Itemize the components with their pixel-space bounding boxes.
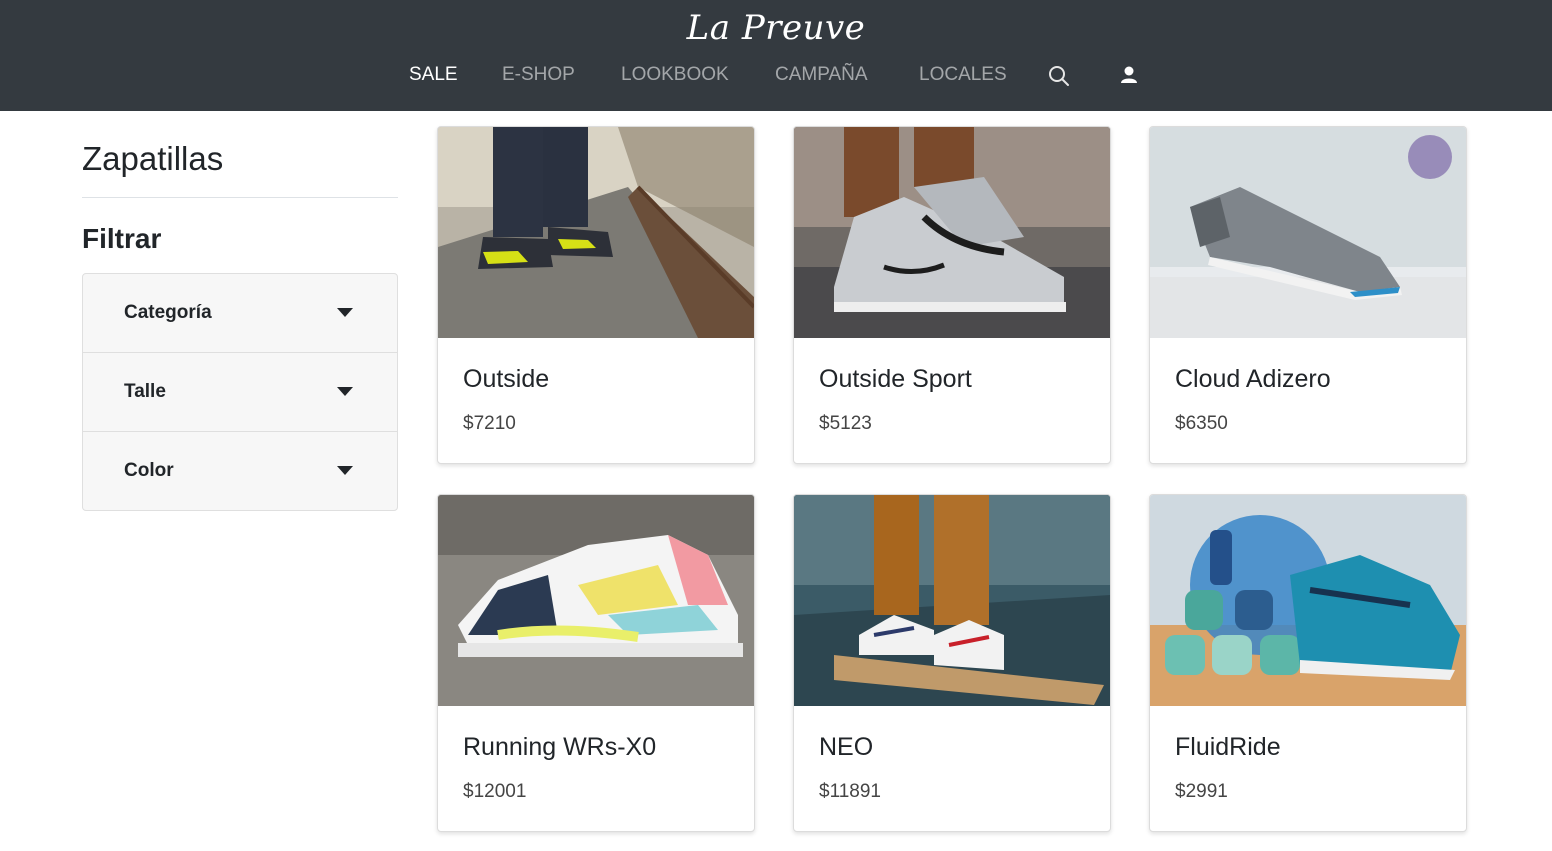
product-name[interactable]: Outside	[463, 365, 549, 394]
filter-heading: Filtrar	[82, 223, 162, 254]
product-card[interactable]: Cloud Adizero $6350	[1149, 126, 1467, 464]
product-name[interactable]: Cloud Adizero	[1175, 365, 1331, 394]
product-price: $12001	[463, 781, 527, 802]
nav-locales[interactable]: LOCALES	[919, 64, 1007, 86]
product-price: $6350	[1175, 413, 1228, 434]
product-card[interactable]: FluidRide $2991	[1149, 494, 1467, 832]
filter-categoria[interactable]: Categoría	[83, 274, 397, 353]
user-icon[interactable]	[1118, 64, 1142, 88]
product-image[interactable]	[1150, 495, 1466, 706]
product-image[interactable]	[438, 495, 754, 706]
filter-label: Categoría	[124, 302, 212, 323]
nav-campana[interactable]: CAMPAÑA	[775, 64, 868, 86]
filter-label: Talle	[124, 381, 166, 402]
product-name[interactable]: NEO	[819, 733, 873, 762]
filter-label: Color	[124, 460, 174, 481]
caret-down-icon	[337, 308, 353, 317]
product-card[interactable]: NEO $11891	[793, 494, 1111, 832]
product-price: $7210	[463, 413, 516, 434]
product-card[interactable]: Outside Sport $5123	[793, 126, 1111, 464]
filter-color[interactable]: Color	[83, 432, 397, 510]
filter-sidebar: Zapatillas Filtrar Categoría Talle Color	[82, 126, 398, 511]
page-title: Zapatillas	[82, 126, 398, 198]
caret-down-icon	[337, 387, 353, 396]
product-name[interactable]: FluidRide	[1175, 733, 1281, 762]
main-nav: SALE E-SHOP LOOKBOOK CAMPAÑA LOCALES	[0, 64, 1552, 92]
caret-down-icon	[337, 466, 353, 475]
filter-accordion: Categoría Talle Color	[82, 273, 398, 511]
search-icon[interactable]	[1047, 64, 1071, 88]
product-price: $11891	[819, 781, 881, 802]
product-image[interactable]	[794, 127, 1110, 338]
nav-lookbook[interactable]: LOOKBOOK	[621, 64, 729, 86]
product-image[interactable]	[1150, 127, 1466, 338]
product-name[interactable]: Outside Sport	[819, 365, 972, 394]
product-price: $2991	[1175, 781, 1228, 802]
brand-logo[interactable]: La Preuve	[0, 8, 1552, 48]
product-price: $5123	[819, 413, 872, 434]
product-card[interactable]: Running WRs-X0 $12001	[437, 494, 755, 832]
top-navbar: La Preuve SALE E-SHOP LOOKBOOK CAMPAÑA L…	[0, 0, 1552, 111]
nav-e-shop[interactable]: E-SHOP	[502, 64, 575, 86]
nav-sale[interactable]: SALE	[409, 64, 458, 86]
product-image[interactable]	[794, 495, 1110, 706]
product-name[interactable]: Running WRs-X0	[463, 733, 656, 762]
product-image[interactable]	[438, 127, 754, 338]
filter-talle[interactable]: Talle	[83, 353, 397, 432]
product-card[interactable]: Outside $7210	[437, 126, 755, 464]
